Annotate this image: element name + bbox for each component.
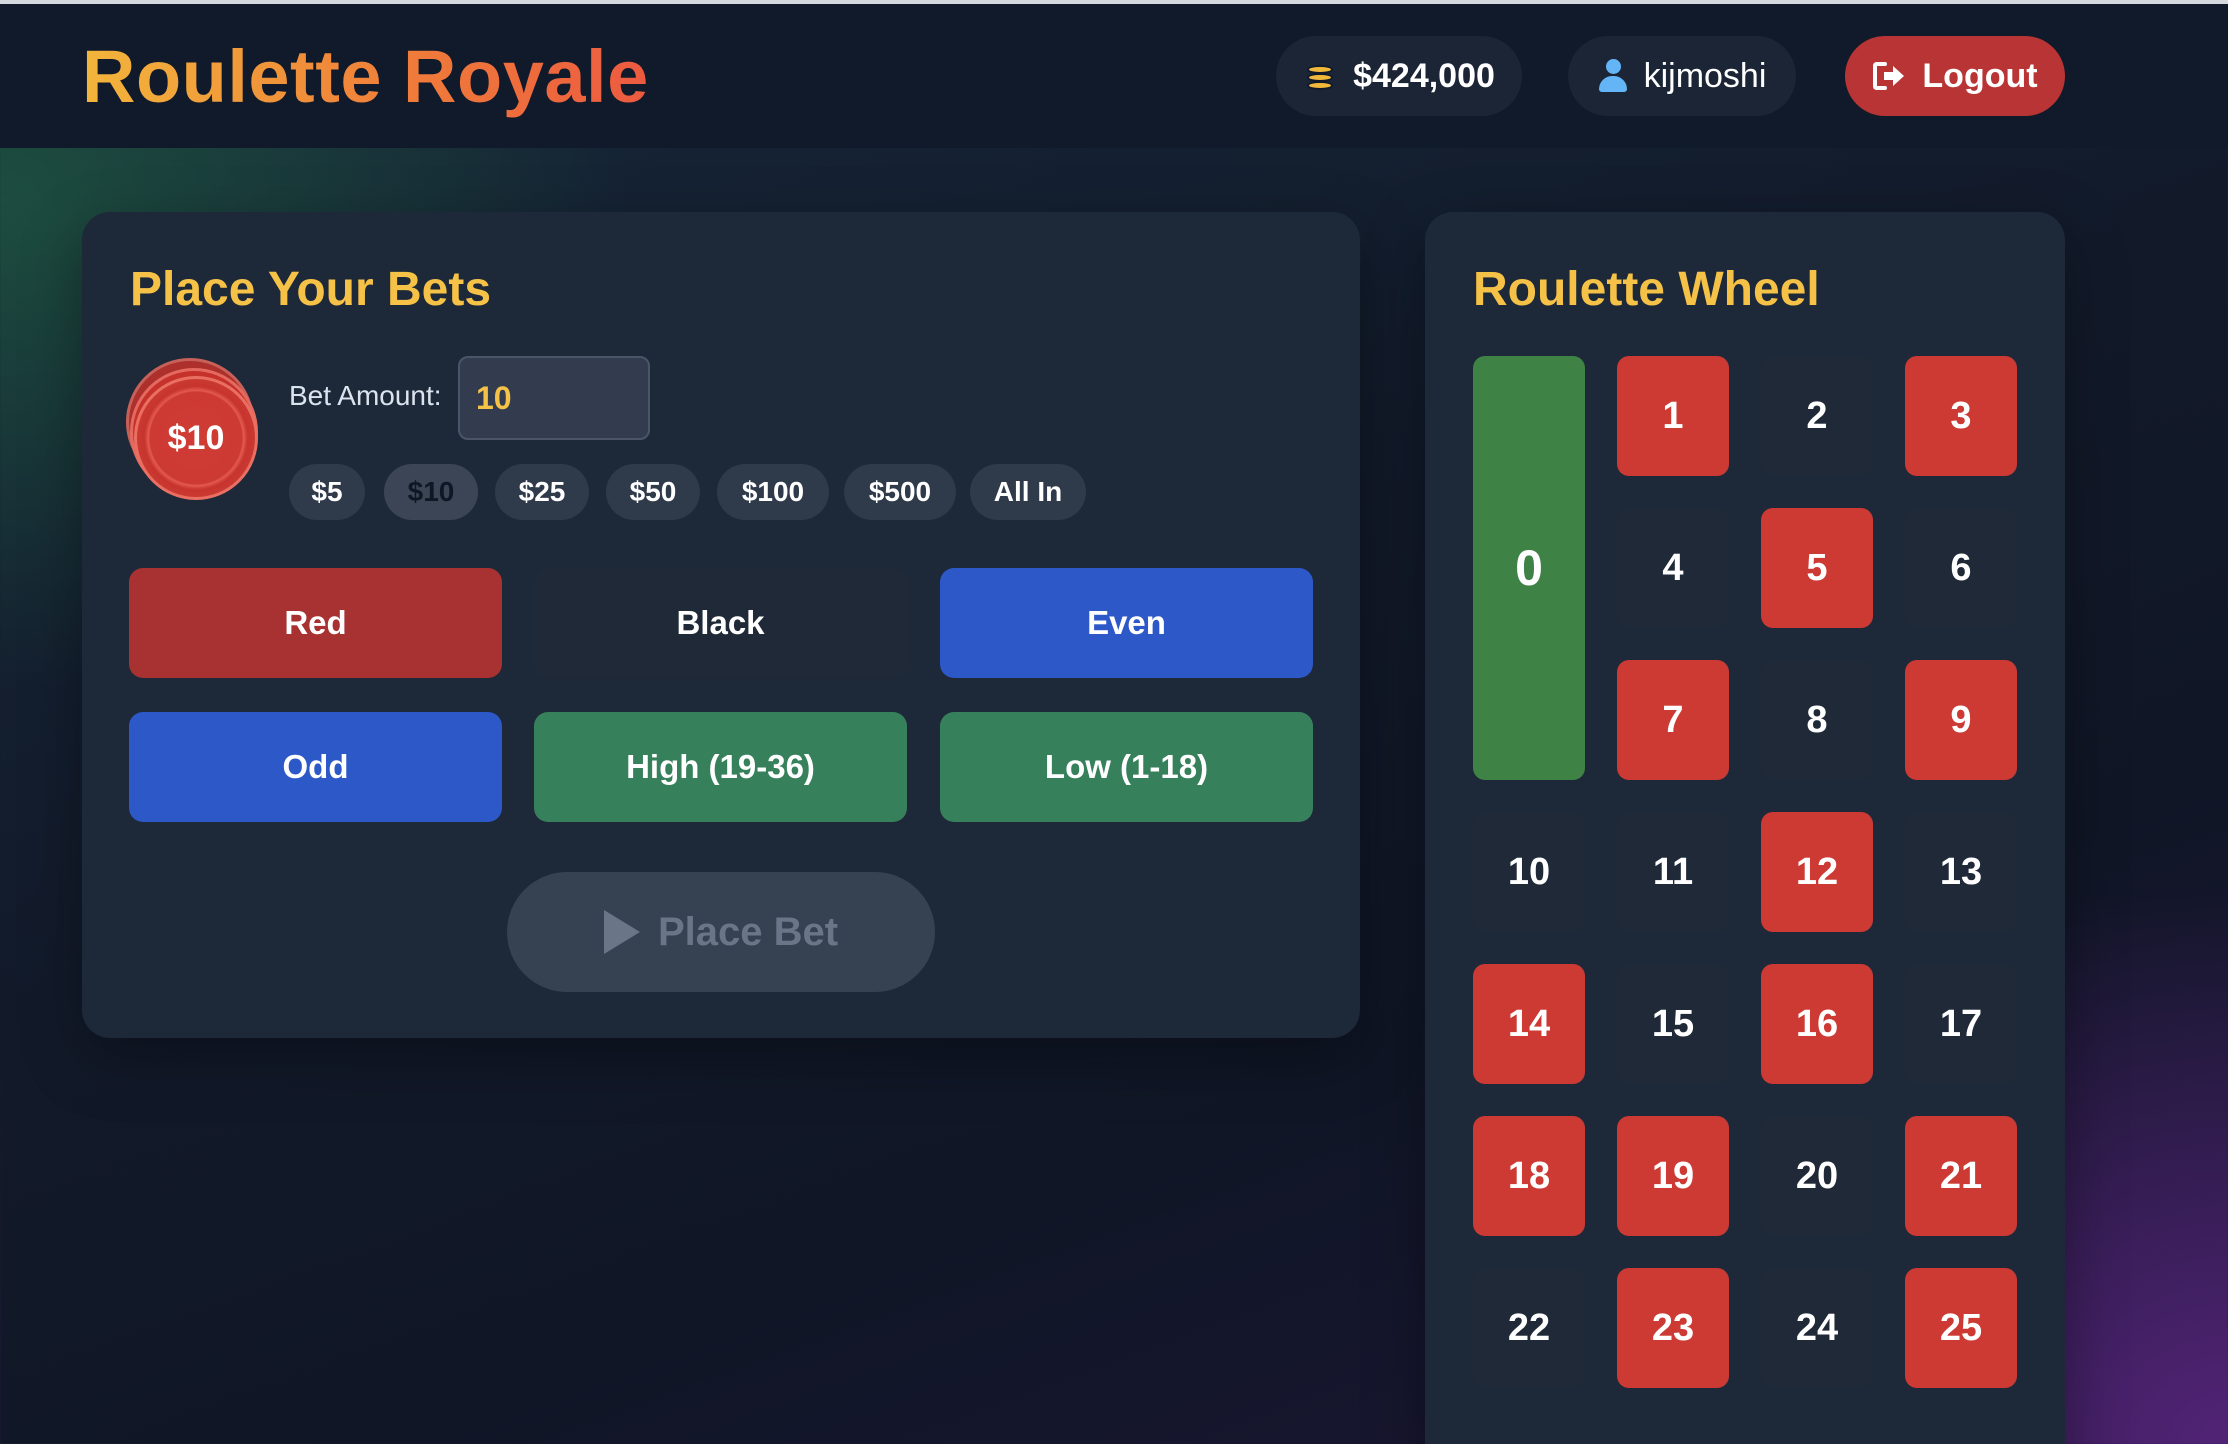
bet-odd-button[interactable]: Odd bbox=[129, 712, 502, 822]
number-cell-11[interactable]: 11 bbox=[1617, 812, 1729, 932]
number-cell-17[interactable]: 17 bbox=[1905, 964, 2017, 1084]
number-cell-7[interactable]: 7 bbox=[1617, 660, 1729, 780]
bets-title: Place Your Bets bbox=[130, 263, 492, 316]
quick-amount-500[interactable]: $500 bbox=[844, 464, 956, 520]
number-cell-21[interactable]: 21 bbox=[1905, 1116, 2017, 1236]
play-icon bbox=[603, 910, 640, 954]
number-cell-2[interactable]: 2 bbox=[1761, 356, 1873, 476]
number-cell-25[interactable]: 25 bbox=[1905, 1268, 2017, 1388]
number-cell-1[interactable]: 1 bbox=[1617, 356, 1729, 476]
user-badge: kijmoshi bbox=[1568, 36, 1796, 116]
balance-display: $424,000 bbox=[1276, 36, 1522, 116]
app-header: Roulette Royale $424,000 kijmoshi Logout bbox=[0, 4, 2228, 148]
username: kijmoshi bbox=[1643, 56, 1767, 95]
number-cell-6[interactable]: 6 bbox=[1905, 508, 2017, 628]
number-cell-19[interactable]: 19 bbox=[1617, 1116, 1729, 1236]
number-cell-4[interactable]: 4 bbox=[1617, 508, 1729, 628]
number-cell-24[interactable]: 24 bbox=[1761, 1268, 1873, 1388]
number-cell-9[interactable]: 9 bbox=[1905, 660, 2017, 780]
bet-high-button[interactable]: High (19-36) bbox=[534, 712, 907, 822]
wheel-panel: Roulette Wheel 0 1 2 3 4 5 6 7 8 9 10 11 12 13 14 15 16… bbox=[1425, 212, 2065, 1444]
bet-even-button[interactable]: Even bbox=[940, 568, 1313, 678]
wheel-title: Roulette Wheel bbox=[1473, 263, 1820, 316]
place-bet-label: Place Bet bbox=[657, 909, 839, 954]
number-cell-8[interactable]: 8 bbox=[1761, 660, 1873, 780]
quick-amount-100[interactable]: $100 bbox=[717, 464, 829, 520]
balance-value: $424,000 bbox=[1353, 56, 1495, 95]
number-cell-0[interactable]: 0 bbox=[1473, 356, 1585, 780]
number-cell-10[interactable]: 10 bbox=[1473, 812, 1585, 932]
chip-stack: $10 bbox=[126, 358, 258, 504]
quick-amount-all-in[interactable]: All In bbox=[970, 464, 1086, 520]
quick-amount-50[interactable]: $50 bbox=[606, 464, 700, 520]
bet-red-button[interactable]: Red bbox=[129, 568, 502, 678]
bet-amount-input[interactable] bbox=[458, 356, 650, 440]
user-icon bbox=[1598, 59, 1628, 93]
logout-label: Logout bbox=[1922, 56, 2038, 95]
logout-icon bbox=[1873, 62, 1905, 90]
number-cell-20[interactable]: 20 bbox=[1761, 1116, 1873, 1236]
number-cell-14[interactable]: 14 bbox=[1473, 964, 1585, 1084]
app-title: Roulette Royale bbox=[82, 35, 649, 118]
number-cell-23[interactable]: 23 bbox=[1617, 1268, 1729, 1388]
bet-black-button[interactable]: Black bbox=[534, 568, 907, 678]
coins-icon bbox=[1303, 59, 1337, 93]
logout-button[interactable]: Logout bbox=[1845, 36, 2065, 116]
number-cell-15[interactable]: 15 bbox=[1617, 964, 1729, 1084]
number-cell-18[interactable]: 18 bbox=[1473, 1116, 1585, 1236]
quick-amount-25[interactable]: $25 bbox=[495, 464, 589, 520]
bet-low-button[interactable]: Low (1-18) bbox=[940, 712, 1313, 822]
number-cell-12[interactable]: 12 bbox=[1761, 812, 1873, 932]
quick-amount-10[interactable]: $10 bbox=[384, 464, 478, 520]
place-bet-button[interactable]: Place Bet bbox=[507, 872, 935, 992]
selected-chip: $10 bbox=[134, 376, 258, 500]
bets-panel: Place Your Bets $10 Bet Amount: $5 $10 $… bbox=[82, 212, 1360, 1038]
number-cell-5[interactable]: 5 bbox=[1761, 508, 1873, 628]
number-cell-3[interactable]: 3 bbox=[1905, 356, 2017, 476]
quick-amount-5[interactable]: $5 bbox=[289, 464, 365, 520]
bet-amount-label: Bet Amount: bbox=[289, 380, 442, 411]
number-cell-16[interactable]: 16 bbox=[1761, 964, 1873, 1084]
number-cell-13[interactable]: 13 bbox=[1905, 812, 2017, 932]
number-cell-22[interactable]: 22 bbox=[1473, 1268, 1585, 1388]
